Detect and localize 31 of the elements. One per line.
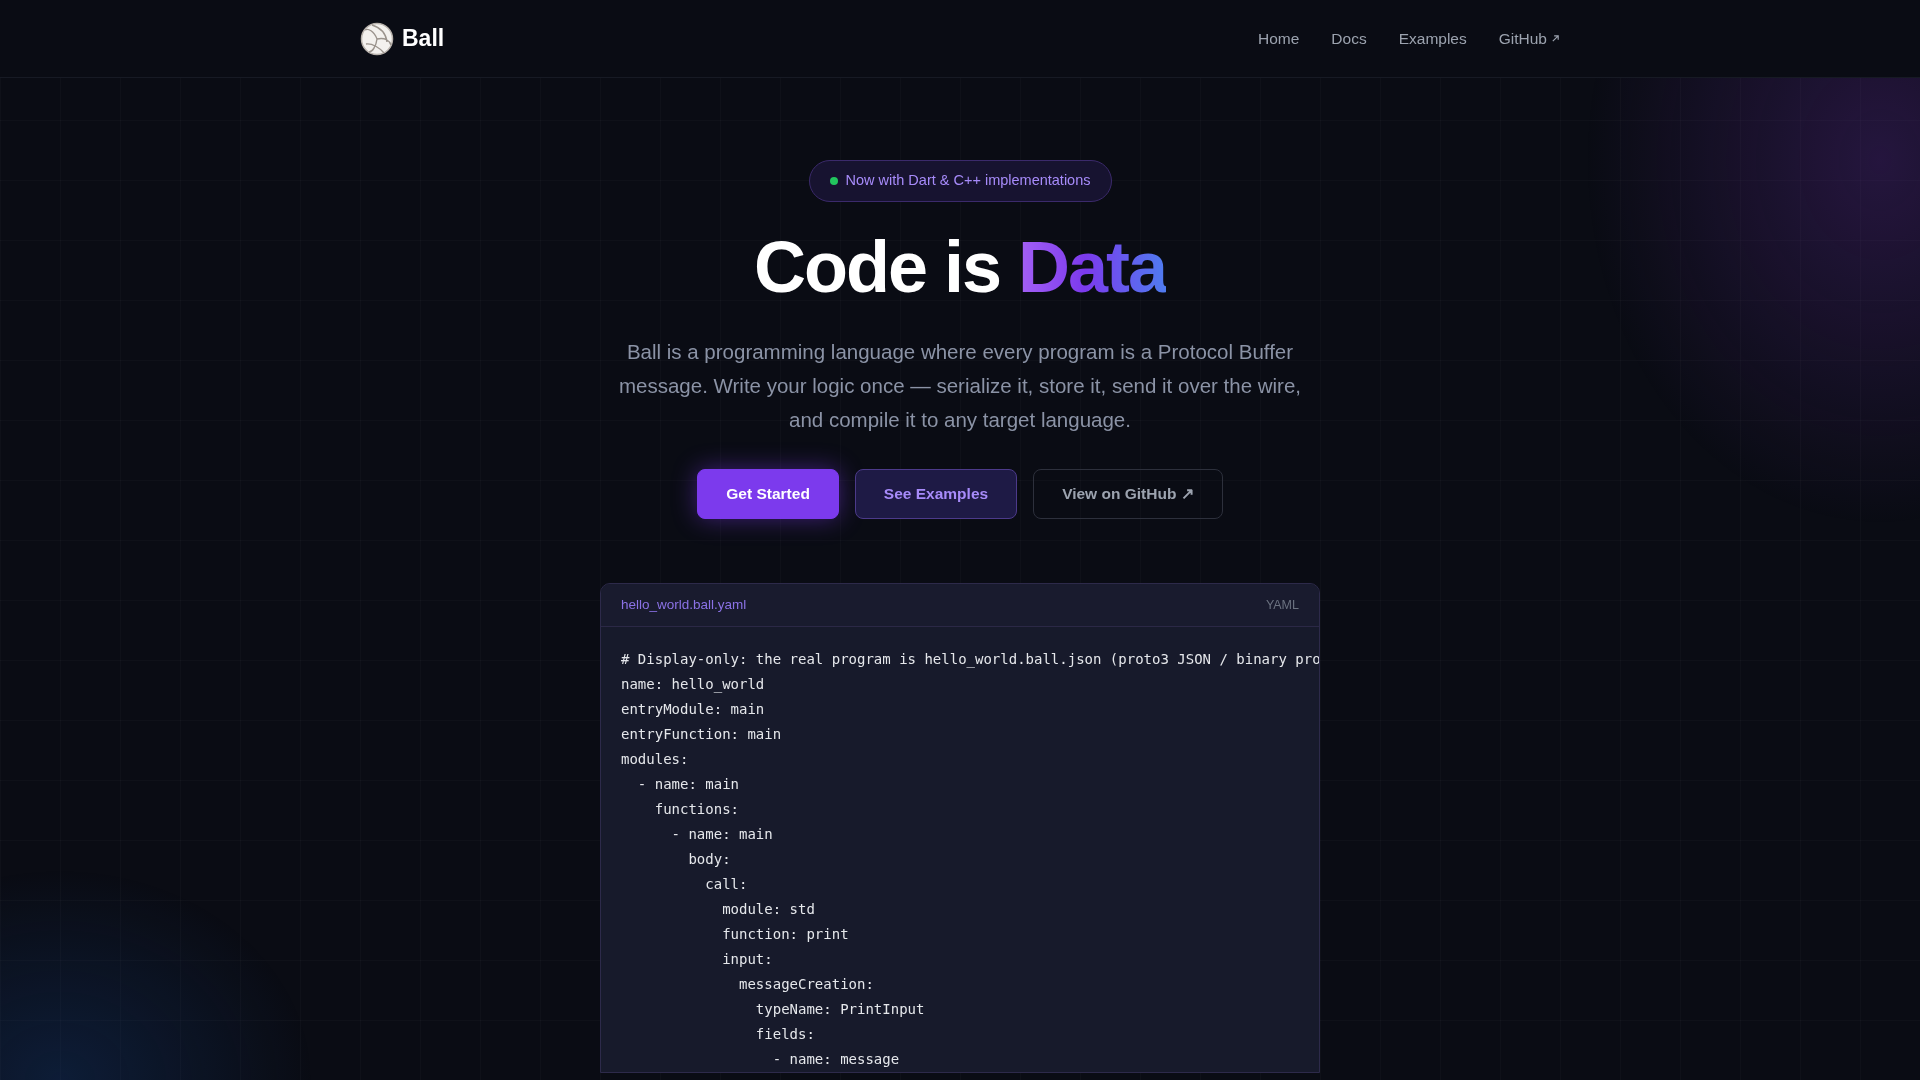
code-line: # Display-only: the real program is hello_world.ball.json (proto3 JSON / binary pro	[621, 649, 1319, 670]
code-line: entryFunction: main	[621, 724, 782, 744]
hero-title: Code is Data	[753, 227, 1167, 307]
code-line: input:	[721, 949, 773, 969]
github-button[interactable]: View on GitHub ↗	[1033, 468, 1223, 519]
code-line: entryModule: main	[621, 699, 765, 719]
get-started-button[interactable]: Get Started	[697, 468, 839, 519]
code-line: typeName: PrintInput	[754, 999, 925, 1019]
hero-description: Ball is a programming language where every program is a Protocol Buffer message. Write your logic once — serialize it, store it, send it over the wire, and compile it to any target language.	[617, 338, 1303, 433]
code-line: modules:	[621, 749, 689, 769]
code-line: - name: message	[771, 1049, 900, 1069]
announcement-text: Now with Dart & C++ implementations	[845, 171, 1091, 190]
file-name: hello_world.ball.yaml	[621, 595, 747, 614]
code-line: fields:	[754, 1024, 815, 1044]
code-line: name: hello_world	[621, 674, 765, 695]
examples-button[interactable]: See Examples	[854, 468, 1018, 519]
brand-name[interactable]: Ball	[402, 21, 445, 56]
nav-link[interactable]: Docs	[1331, 26, 1367, 51]
code-line: function: print	[721, 924, 849, 944]
code-line: - name: main	[636, 774, 739, 794]
code-line: module: std	[721, 899, 815, 919]
volleyball-icon	[360, 21, 394, 56]
nav-link[interactable]: Examples	[1398, 26, 1467, 51]
code-line: functions:	[653, 799, 739, 819]
code-line: body:	[687, 849, 731, 869]
code-line: messageCreation:	[738, 974, 874, 994]
code-line: call:	[704, 874, 748, 894]
language-label: YAML	[1265, 596, 1299, 614]
nav-link[interactable]: Home	[1258, 26, 1300, 51]
code-line: - name: main	[670, 824, 773, 844]
nav-link[interactable]: GitHub	[1498, 26, 1560, 51]
